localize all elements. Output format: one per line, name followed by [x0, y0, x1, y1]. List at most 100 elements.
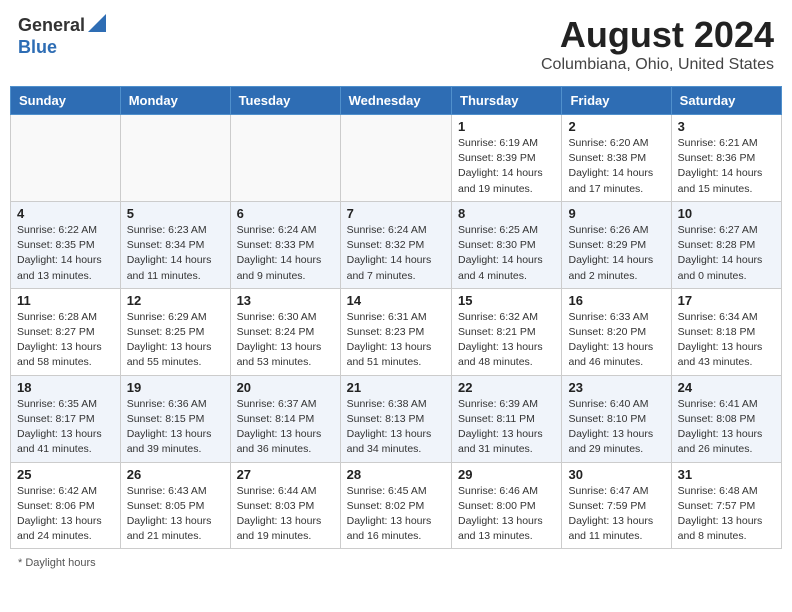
calendar-cell: 26 Sunrise: 6:43 AM Sunset: 8:05 PM Dayli… [120, 462, 230, 549]
day-number: 9 [568, 206, 664, 221]
header-saturday: Saturday [671, 87, 781, 115]
day-info: Sunrise: 6:46 AM Sunset: 8:00 PM Dayligh… [458, 484, 555, 545]
logo: General Blue [18, 14, 106, 58]
calendar-cell: 7Sunrise: 6:24 AM Sunset: 8:32 PM Daylig… [340, 201, 451, 288]
calendar-cell [340, 115, 451, 202]
day-number: 18 [17, 380, 114, 395]
day-number: 28 [347, 467, 445, 482]
day-info: Sunrise: 6:39 AM Sunset: 8:11 PM Dayligh… [458, 397, 555, 458]
day-number: 12 [127, 293, 224, 308]
day-info: Sunrise: 6:32 AM Sunset: 8:21 PM Dayligh… [458, 310, 555, 371]
calendar-cell: 24Sunrise: 6:41 AM Sunset: 8:08 PM Dayli… [671, 375, 781, 462]
page-title: August 2024 [541, 14, 774, 56]
day-number: 14 [347, 293, 445, 308]
calendar-cell [230, 115, 340, 202]
day-info: Sunrise: 6:30 AM Sunset: 8:24 PM Dayligh… [237, 310, 334, 371]
day-number: 10 [678, 206, 775, 221]
calendar-cell: 23 Sunrise: 6:40 AM Sunset: 8:10 PM Dayli… [562, 375, 671, 462]
day-number: 16 [568, 293, 664, 308]
calendar-cell: 10 Sunrise: 6:27 AM Sunset: 8:28 PM Dayli… [671, 201, 781, 288]
calendar-cell: 5Sunrise: 6:23 AM Sunset: 8:34 PM Daylig… [120, 201, 230, 288]
day-number: 7 [347, 206, 445, 221]
day-info: Sunrise: 6:48 AM Sunset: 7:57 PM Dayligh… [678, 484, 775, 545]
day-info: Sunrise: 6:25 AM Sunset: 8:30 PM Dayligh… [458, 223, 555, 284]
calendar-cell: 29 Sunrise: 6:46 AM Sunset: 8:00 PM Dayli… [452, 462, 562, 549]
logo-text-blue: Blue [18, 37, 57, 57]
day-number: 1 [458, 119, 555, 134]
calendar-cell: 30 Sunrise: 6:47 AM Sunset: 7:59 PM Dayli… [562, 462, 671, 549]
header-tuesday: Tuesday [230, 87, 340, 115]
day-number: 15 [458, 293, 555, 308]
header-thursday: Thursday [452, 87, 562, 115]
calendar: Sunday Monday Tuesday Wednesday Thursday… [10, 86, 782, 549]
calendar-cell: 25Sunrise: 6:42 AM Sunset: 8:06 PM Dayli… [11, 462, 121, 549]
calendar-cell: 13Sunrise: 6:30 AM Sunset: 8:24 PM Dayli… [230, 288, 340, 375]
day-number: 17 [678, 293, 775, 308]
daylight-label: Daylight hours [25, 557, 95, 569]
header-sunday: Sunday [11, 87, 121, 115]
calendar-cell: 16Sunrise: 6:33 AM Sunset: 8:20 PM Dayli… [562, 288, 671, 375]
day-info: Sunrise: 6:34 AM Sunset: 8:18 PM Dayligh… [678, 310, 775, 371]
day-info: Sunrise: 6:45 AM Sunset: 8:02 PM Dayligh… [347, 484, 445, 545]
day-info: Sunrise: 6:26 AM Sunset: 8:29 PM Dayligh… [568, 223, 664, 284]
header-friday: Friday [562, 87, 671, 115]
calendar-cell: 31Sunrise: 6:48 AM Sunset: 7:57 PM Dayli… [671, 462, 781, 549]
day-number: 23 [568, 380, 664, 395]
calendar-week-row: 18Sunrise: 6:35 AM Sunset: 8:17 PM Dayli… [11, 375, 782, 462]
calendar-cell: 11Sunrise: 6:28 AM Sunset: 8:27 PM Dayli… [11, 288, 121, 375]
calendar-cell: 28 Sunrise: 6:45 AM Sunset: 8:02 PM Dayli… [340, 462, 451, 549]
calendar-cell: 22 Sunrise: 6:39 AM Sunset: 8:11 PM Dayli… [452, 375, 562, 462]
day-info: Sunrise: 6:44 AM Sunset: 8:03 PM Dayligh… [237, 484, 334, 545]
calendar-cell: 18Sunrise: 6:35 AM Sunset: 8:17 PM Dayli… [11, 375, 121, 462]
day-number: 24 [678, 380, 775, 395]
day-info: Sunrise: 6:37 AM Sunset: 8:14 PM Dayligh… [237, 397, 334, 458]
day-number: 25 [17, 467, 114, 482]
calendar-cell: 2 Sunrise: 6:20 AM Sunset: 8:38 PM Daylig… [562, 115, 671, 202]
day-info: Sunrise: 6:47 AM Sunset: 7:59 PM Dayligh… [568, 484, 664, 545]
day-number: 8 [458, 206, 555, 221]
day-info: Sunrise: 6:43 AM Sunset: 8:05 PM Dayligh… [127, 484, 224, 545]
day-info: Sunrise: 6:27 AM Sunset: 8:28 PM Dayligh… [678, 223, 775, 284]
calendar-cell: 6 Sunrise: 6:24 AM Sunset: 8:33 PM Daylig… [230, 201, 340, 288]
day-number: 2 [568, 119, 664, 134]
calendar-cell: 20Sunrise: 6:37 AM Sunset: 8:14 PM Dayli… [230, 375, 340, 462]
day-number: 21 [347, 380, 445, 395]
day-info: Sunrise: 6:19 AM Sunset: 8:39 PM Dayligh… [458, 136, 555, 197]
day-info: Sunrise: 6:38 AM Sunset: 8:13 PM Dayligh… [347, 397, 445, 458]
calendar-week-row: 4 Sunrise: 6:22 AM Sunset: 8:35 PM Daylig… [11, 201, 782, 288]
calendar-week-row: 1 Sunrise: 6:19 AM Sunset: 8:39 PM Daylig… [11, 115, 782, 202]
footer-note: * Daylight hours [10, 555, 782, 571]
header-monday: Monday [120, 87, 230, 115]
calendar-header-row: Sunday Monday Tuesday Wednesday Thursday… [11, 87, 782, 115]
day-number: 4 [17, 206, 114, 221]
calendar-cell: 17 Sunrise: 6:34 AM Sunset: 8:18 PM Dayli… [671, 288, 781, 375]
calendar-week-row: 11Sunrise: 6:28 AM Sunset: 8:27 PM Dayli… [11, 288, 782, 375]
calendar-cell: 14Sunrise: 6:31 AM Sunset: 8:23 PM Dayli… [340, 288, 451, 375]
calendar-cell: 9 Sunrise: 6:26 AM Sunset: 8:29 PM Daylig… [562, 201, 671, 288]
calendar-week-row: 25Sunrise: 6:42 AM Sunset: 8:06 PM Dayli… [11, 462, 782, 549]
day-info: Sunrise: 6:22 AM Sunset: 8:35 PM Dayligh… [17, 223, 114, 284]
day-info: Sunrise: 6:23 AM Sunset: 8:34 PM Dayligh… [127, 223, 224, 284]
day-number: 19 [127, 380, 224, 395]
day-number: 6 [237, 206, 334, 221]
page-subtitle: Columbiana, Ohio, United States [541, 56, 774, 74]
day-info: Sunrise: 6:29 AM Sunset: 8:25 PM Dayligh… [127, 310, 224, 371]
day-info: Sunrise: 6:36 AM Sunset: 8:15 PM Dayligh… [127, 397, 224, 458]
day-number: 30 [568, 467, 664, 482]
day-number: 22 [458, 380, 555, 395]
calendar-cell [11, 115, 121, 202]
day-info: Sunrise: 6:28 AM Sunset: 8:27 PM Dayligh… [17, 310, 114, 371]
header-wednesday: Wednesday [340, 87, 451, 115]
calendar-cell: 21 Sunrise: 6:38 AM Sunset: 8:13 PM Dayli… [340, 375, 451, 462]
day-number: 27 [237, 467, 334, 482]
logo-text-general: General [18, 15, 85, 36]
day-info: Sunrise: 6:20 AM Sunset: 8:38 PM Dayligh… [568, 136, 664, 197]
logo-triangle-icon [88, 14, 106, 37]
day-info: Sunrise: 6:24 AM Sunset: 8:33 PM Dayligh… [237, 223, 334, 284]
day-number: 29 [458, 467, 555, 482]
calendar-cell [120, 115, 230, 202]
day-info: Sunrise: 6:40 AM Sunset: 8:10 PM Dayligh… [568, 397, 664, 458]
calendar-cell: 4 Sunrise: 6:22 AM Sunset: 8:35 PM Daylig… [11, 201, 121, 288]
day-number: 26 [127, 467, 224, 482]
calendar-cell: 15 Sunrise: 6:32 AM Sunset: 8:21 PM Dayli… [452, 288, 562, 375]
